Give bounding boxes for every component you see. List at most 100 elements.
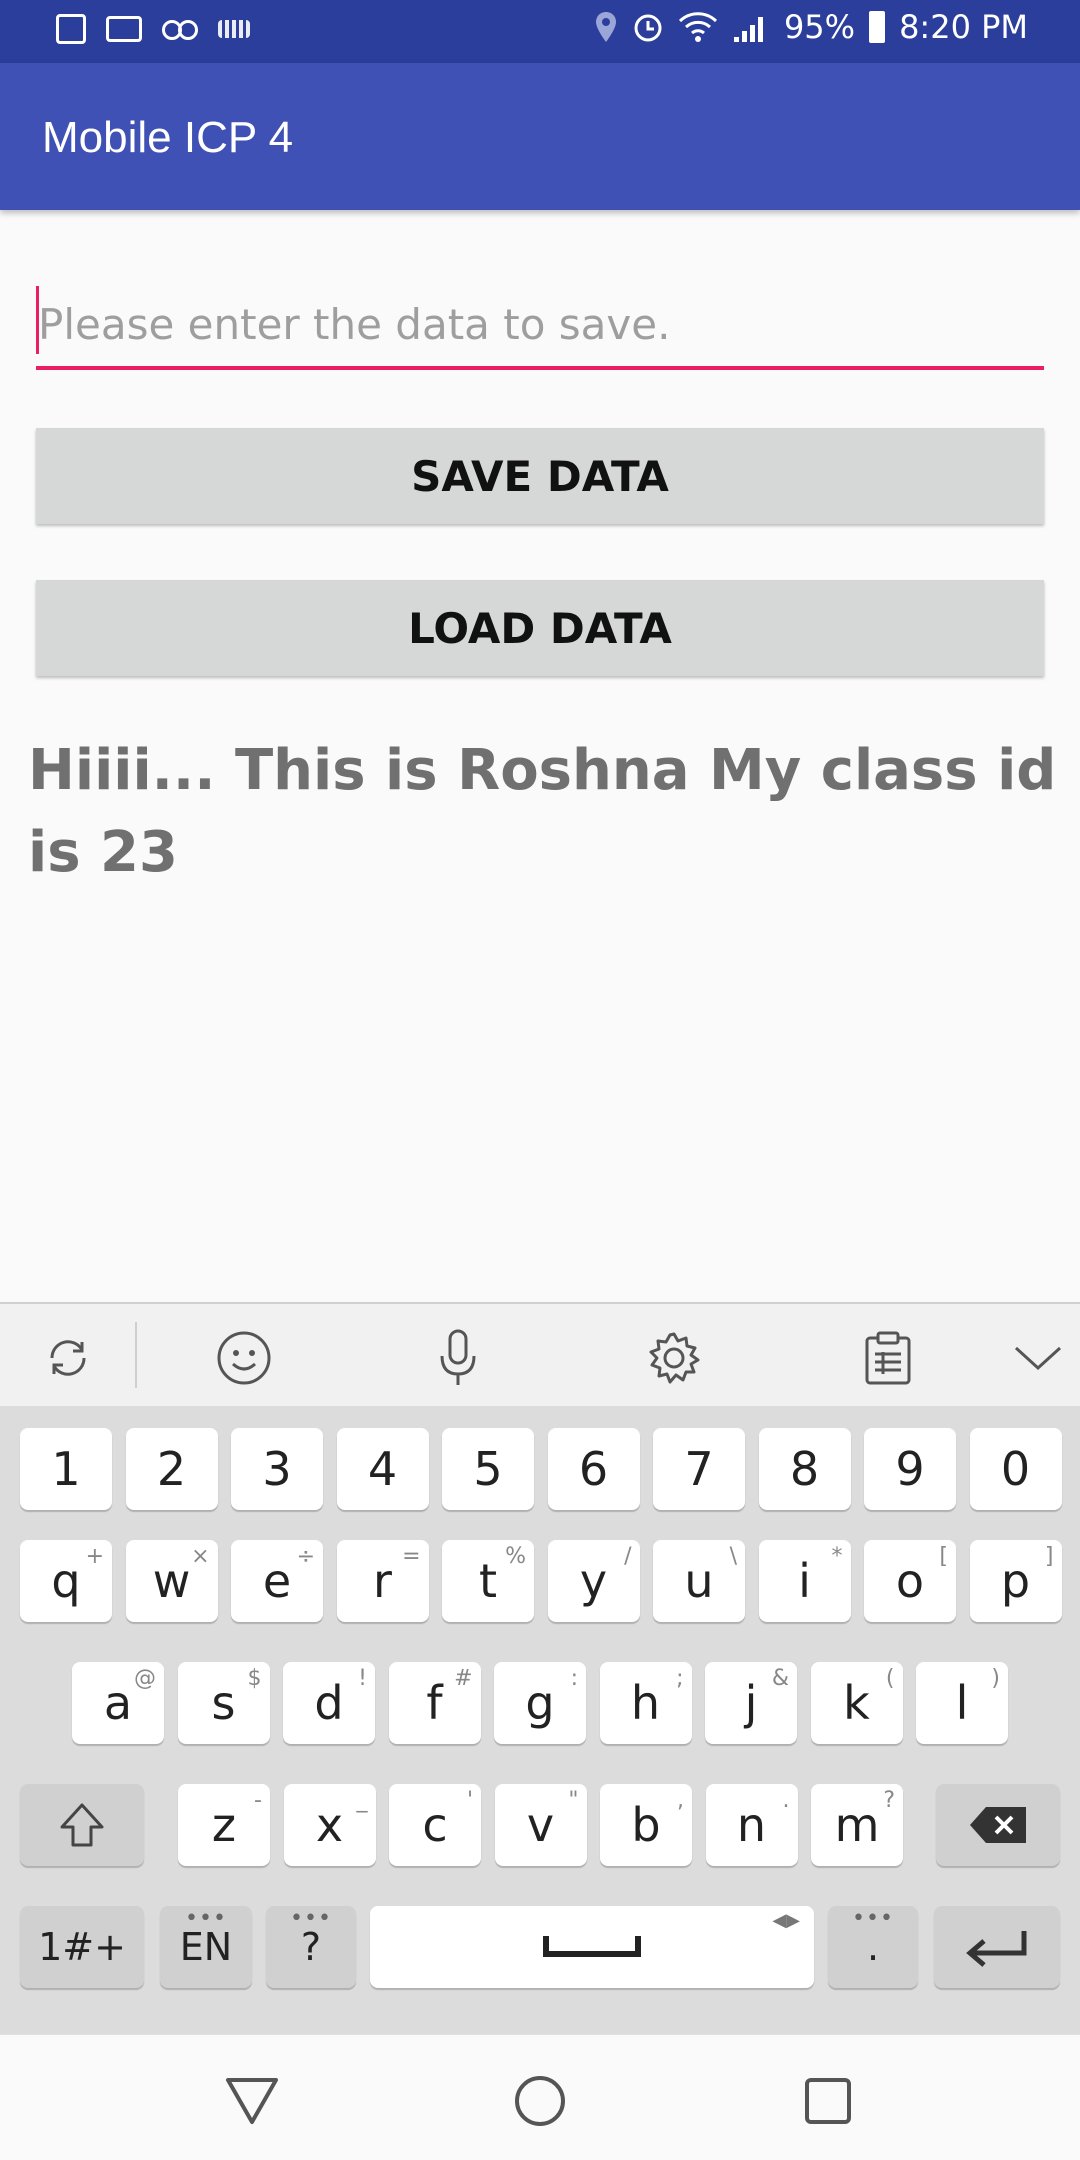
key-t-label: t bbox=[478, 1554, 498, 1608]
key-b-label: b bbox=[631, 1798, 661, 1852]
key-b[interactable]: b, bbox=[600, 1784, 692, 1866]
key-e-secondary: ÷ bbox=[296, 1544, 315, 1569]
key-v[interactable]: v " bbox=[494, 1784, 587, 1866]
key-x[interactable]: x _ bbox=[283, 1784, 376, 1866]
language-key-label: EN bbox=[179, 1925, 233, 1969]
keyboard-keys: 1 2 3 4 5 6 7 8 9 0 q + w × e ÷ r = t% y / u \ i * o[p] a @ s $ d! f # g:… bbox=[0, 1406, 1080, 2034]
key-5[interactable]: 5 bbox=[442, 1428, 534, 1510]
language-key[interactable]: EN ••• bbox=[160, 1906, 252, 1988]
key-s-secondary: $ bbox=[247, 1666, 262, 1691]
settings-gear-icon[interactable] bbox=[644, 1328, 704, 1388]
key-f-secondary: # bbox=[454, 1666, 473, 1691]
key-j-secondary: & bbox=[771, 1666, 789, 1691]
key-d-secondary: ! bbox=[358, 1666, 367, 1691]
question-key[interactable]: ? ••• bbox=[266, 1906, 356, 1988]
key-4[interactable]: 4 bbox=[336, 1428, 429, 1510]
key-v-label: v bbox=[526, 1798, 555, 1852]
system-icons: 95% 8:20 PM bbox=[594, 8, 1028, 46]
emoji-icon[interactable] bbox=[214, 1328, 274, 1388]
key-a[interactable]: a @ bbox=[72, 1662, 164, 1744]
period-key[interactable]: . ••• bbox=[828, 1906, 918, 1988]
key-0[interactable]: 0 bbox=[969, 1428, 1062, 1510]
key-3-label: 3 bbox=[262, 1442, 292, 1496]
key-7-label: 7 bbox=[684, 1442, 714, 1496]
key-k[interactable]: k( bbox=[810, 1662, 903, 1744]
key-c[interactable]: c ' bbox=[389, 1784, 481, 1866]
key-j[interactable]: j & bbox=[705, 1662, 797, 1744]
key-h-label: h bbox=[630, 1676, 661, 1730]
key-n[interactable]: n. bbox=[705, 1784, 798, 1866]
clipboard-icon[interactable] bbox=[858, 1328, 918, 1388]
backspace-key[interactable] bbox=[936, 1784, 1060, 1866]
key-y[interactable]: y / bbox=[547, 1540, 640, 1622]
key-1-label: 1 bbox=[51, 1442, 81, 1496]
key-w[interactable]: w × bbox=[125, 1540, 218, 1622]
load-data-button[interactable]: LOAD DATA bbox=[36, 580, 1044, 676]
key-m-secondary: ? bbox=[883, 1788, 895, 1813]
location-icon bbox=[595, 12, 616, 42]
key-4-label: 4 bbox=[367, 1442, 398, 1496]
key-6-label: 6 bbox=[578, 1442, 609, 1496]
data-input[interactable] bbox=[36, 282, 1044, 370]
key-6[interactable]: 6 bbox=[547, 1428, 640, 1510]
space-key[interactable]: ◀▶ bbox=[370, 1906, 814, 1988]
microphone-icon[interactable] bbox=[428, 1328, 488, 1388]
key-1[interactable]: 1 bbox=[20, 1428, 112, 1510]
recent-apps-icon[interactable] bbox=[798, 2075, 858, 2127]
text-cursor bbox=[36, 286, 39, 354]
key-i-secondary: * bbox=[831, 1544, 843, 1569]
key-3[interactable]: 3 bbox=[231, 1428, 323, 1510]
home-icon[interactable] bbox=[510, 2075, 570, 2127]
more-dots-icon: ••• bbox=[185, 1906, 227, 1931]
key-z[interactable]: z- bbox=[178, 1784, 270, 1866]
key-f-label: f bbox=[426, 1676, 443, 1730]
enter-key[interactable] bbox=[934, 1906, 1060, 1988]
key-5-label: 5 bbox=[473, 1442, 503, 1496]
key-8-label: 8 bbox=[789, 1442, 820, 1496]
chevron-down-icon[interactable] bbox=[1008, 1328, 1068, 1388]
key-x-secondary: _ bbox=[356, 1788, 368, 1813]
key-g[interactable]: g: bbox=[494, 1662, 586, 1744]
key-n-secondary: . bbox=[782, 1788, 790, 1813]
app-bar: Mobile ICP 4 bbox=[0, 63, 1080, 210]
key-b-secondary: , bbox=[677, 1788, 684, 1813]
wifi-icon bbox=[678, 12, 717, 42]
key-9[interactable]: 9 bbox=[864, 1428, 956, 1510]
back-icon[interactable] bbox=[222, 2075, 282, 2127]
key-m[interactable]: m? bbox=[811, 1784, 903, 1866]
key-f[interactable]: f # bbox=[388, 1662, 481, 1744]
translate-icon[interactable] bbox=[38, 1328, 98, 1388]
more-dots-icon: ••• bbox=[290, 1906, 332, 1931]
key-r[interactable]: r = bbox=[336, 1540, 429, 1622]
key-k-secondary: ( bbox=[885, 1666, 895, 1691]
key-l-label: l bbox=[955, 1676, 969, 1730]
key-q-secondary: + bbox=[85, 1544, 104, 1569]
period-key-label: . bbox=[866, 1925, 880, 1969]
key-d[interactable]: d! bbox=[283, 1662, 375, 1744]
key-o[interactable]: o[ bbox=[864, 1540, 956, 1622]
save-data-button[interactable]: SAVE DATA bbox=[36, 428, 1044, 524]
key-u-secondary: \ bbox=[729, 1544, 737, 1569]
key-t[interactable]: t% bbox=[442, 1540, 534, 1622]
key-s[interactable]: s $ bbox=[177, 1662, 270, 1744]
key-l[interactable]: l) bbox=[916, 1662, 1008, 1744]
key-e[interactable]: e ÷ bbox=[231, 1540, 323, 1622]
key-o-label: o bbox=[895, 1554, 925, 1608]
key-8[interactable]: 8 bbox=[758, 1428, 851, 1510]
key-u[interactable]: u \ bbox=[653, 1540, 745, 1622]
backspace-icon bbox=[970, 1807, 1026, 1843]
symbols-key[interactable]: 1#+ bbox=[20, 1906, 144, 1988]
key-i[interactable]: i * bbox=[758, 1540, 851, 1622]
key-7[interactable]: 7 bbox=[653, 1428, 745, 1510]
shift-key[interactable] bbox=[20, 1784, 144, 1866]
key-k-label: k bbox=[843, 1676, 870, 1730]
key-m-label: m bbox=[834, 1798, 880, 1852]
key-h[interactable]: h; bbox=[599, 1662, 692, 1744]
key-g-label: g bbox=[525, 1676, 555, 1730]
key-p[interactable]: p] bbox=[969, 1540, 1062, 1622]
key-q[interactable]: q + bbox=[20, 1540, 112, 1622]
key-l-secondary: ) bbox=[991, 1666, 1000, 1691]
key-a-secondary: @ bbox=[134, 1666, 156, 1691]
question-key-label: ? bbox=[300, 1925, 322, 1969]
key-2[interactable]: 2 bbox=[125, 1428, 218, 1510]
